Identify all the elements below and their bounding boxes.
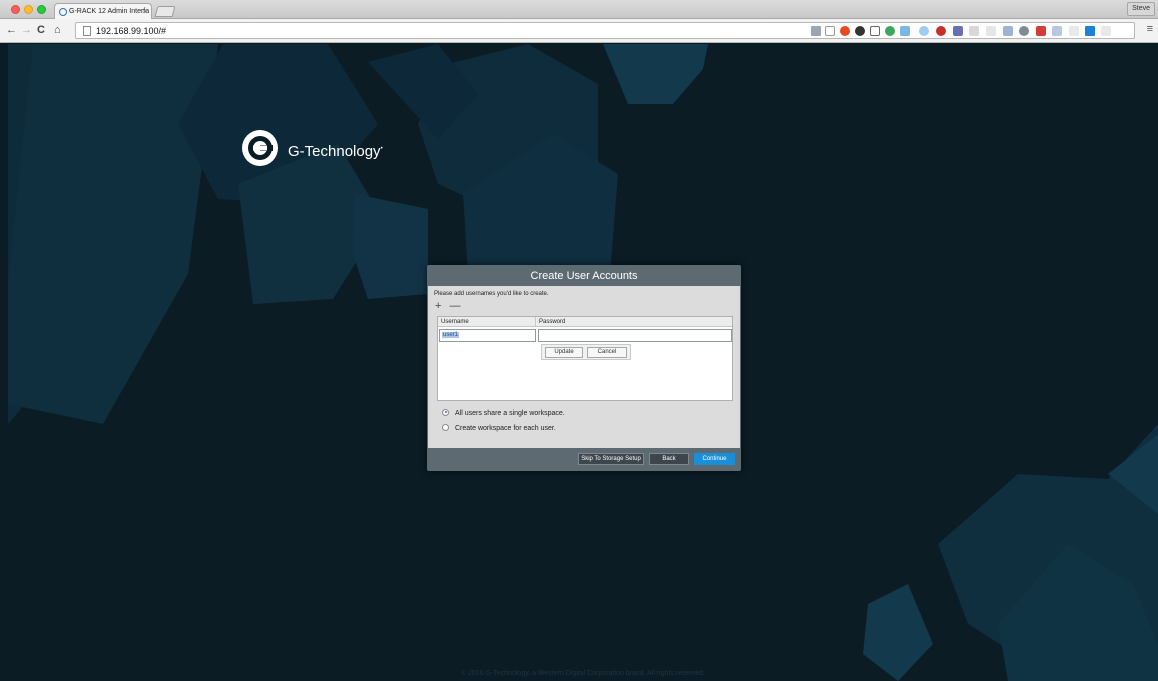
window-maximize-button[interactable] xyxy=(37,5,46,14)
m-extension-icon[interactable] xyxy=(969,26,979,36)
back-button[interactable]: Back xyxy=(649,453,689,465)
grammar-extension-icon[interactable] xyxy=(885,26,895,36)
reload-icon[interactable]: C xyxy=(37,23,45,37)
forward-arrow-icon[interactable]: → xyxy=(21,23,32,37)
shield-extension-icon[interactable] xyxy=(1003,26,1013,36)
on-extension-icon[interactable] xyxy=(1036,26,1046,36)
dialog-footer: Skip To Storage Setup Back Continue xyxy=(428,448,740,470)
cancel-button[interactable]: Cancel xyxy=(587,347,627,358)
continue-button[interactable]: Continue xyxy=(694,453,735,465)
window-close-button[interactable] xyxy=(11,5,20,14)
per-user-workspace-option[interactable]: Create workspace for each user. xyxy=(442,423,556,433)
tab-close-icon[interactable]: × xyxy=(142,4,147,19)
back-arrow-icon[interactable]: ← xyxy=(6,23,17,37)
profile-button[interactable]: Steve xyxy=(1127,2,1155,16)
column-header-password[interactable]: Password xyxy=(539,317,565,327)
grid-header: Username Password xyxy=(438,317,732,327)
add-user-icon[interactable]: + xyxy=(435,300,441,312)
browser-tab[interactable]: G-RACK 12 Admin Interfa × xyxy=(54,3,152,19)
username-value: user1 xyxy=(442,332,460,338)
grey-extension-icon[interactable] xyxy=(1101,26,1111,36)
instructions-text: Please add usernames you'd like to creat… xyxy=(434,291,549,297)
per-user-workspace-label: Create workspace for each user. xyxy=(455,425,556,432)
flag-extension-icon[interactable] xyxy=(936,26,946,36)
bookmark-star-icon[interactable] xyxy=(825,26,835,36)
home-icon[interactable]: ⌂ xyxy=(54,23,61,37)
pdf-extension-icon[interactable] xyxy=(1052,26,1062,36)
row-editor-buttons: Update Cancel xyxy=(541,344,631,360)
username-field[interactable]: user1 xyxy=(439,329,536,342)
create-user-accounts-dialog: Create User Accounts Please add username… xyxy=(427,265,741,471)
tab-title: G-RACK 12 Admin Interfa xyxy=(69,8,150,15)
address-bar[interactable]: 192.168.99.100/# xyxy=(75,22,1135,39)
skip-to-storage-setup-button[interactable]: Skip To Storage Setup xyxy=(578,453,644,465)
per-user-workspace-radio[interactable] xyxy=(442,423,449,431)
record-extension-icon[interactable] xyxy=(855,26,865,36)
tab-favicon-icon xyxy=(59,8,67,16)
browser-toolbar: ← → C ⌂ 192.168.99.100/# ≡ xyxy=(0,19,1158,43)
password-field[interactable] xyxy=(538,329,732,342)
new-tab-button[interactable] xyxy=(154,6,176,17)
column-header-username[interactable]: Username xyxy=(441,317,469,327)
copyright-footer: © 2016 G-Technology, a Western Digital C… xyxy=(460,670,706,677)
add-remove-controls: + — xyxy=(435,300,466,312)
page-icon xyxy=(83,26,91,36)
sa-extension-icon[interactable] xyxy=(900,26,910,36)
opera-extension-icon[interactable] xyxy=(840,26,850,36)
shared-workspace-radio[interactable] xyxy=(442,408,449,416)
dialog-title: Create User Accounts xyxy=(428,266,740,286)
shared-workspace-option[interactable]: All users share a single workspace. xyxy=(442,408,565,418)
dialog-body: Please add usernames you'd like to creat… xyxy=(431,286,737,448)
menu-icon[interactable]: ≡ xyxy=(1147,23,1153,36)
brand-trademark: • xyxy=(380,146,383,152)
g-technology-logo-icon xyxy=(242,130,278,166)
remove-user-icon[interactable]: — xyxy=(450,300,461,312)
filter-extension-icon[interactable] xyxy=(811,26,821,36)
url-text: 192.168.99.100/# xyxy=(96,26,167,36)
column-divider xyxy=(535,317,536,327)
brand-name: G-Technology• xyxy=(288,143,383,160)
video-extension-icon[interactable] xyxy=(953,26,963,36)
users-grid: Username Password user1 Update Cancel xyxy=(437,316,733,401)
chat-extension-icon[interactable] xyxy=(1019,26,1029,36)
blue-extension-icon[interactable] xyxy=(919,26,929,36)
cast-extension-icon[interactable] xyxy=(870,26,880,36)
window-minimize-button[interactable] xyxy=(24,5,33,14)
d-extension-icon[interactable] xyxy=(1085,26,1095,36)
shared-workspace-label: All users share a single workspace. xyxy=(455,410,565,417)
s-extension-icon[interactable] xyxy=(1069,26,1079,36)
faded-extension-icon[interactable] xyxy=(986,26,996,36)
browser-titlebar: G-RACK 12 Admin Interfa × Steve xyxy=(0,0,1158,19)
update-button[interactable]: Update xyxy=(545,347,583,358)
